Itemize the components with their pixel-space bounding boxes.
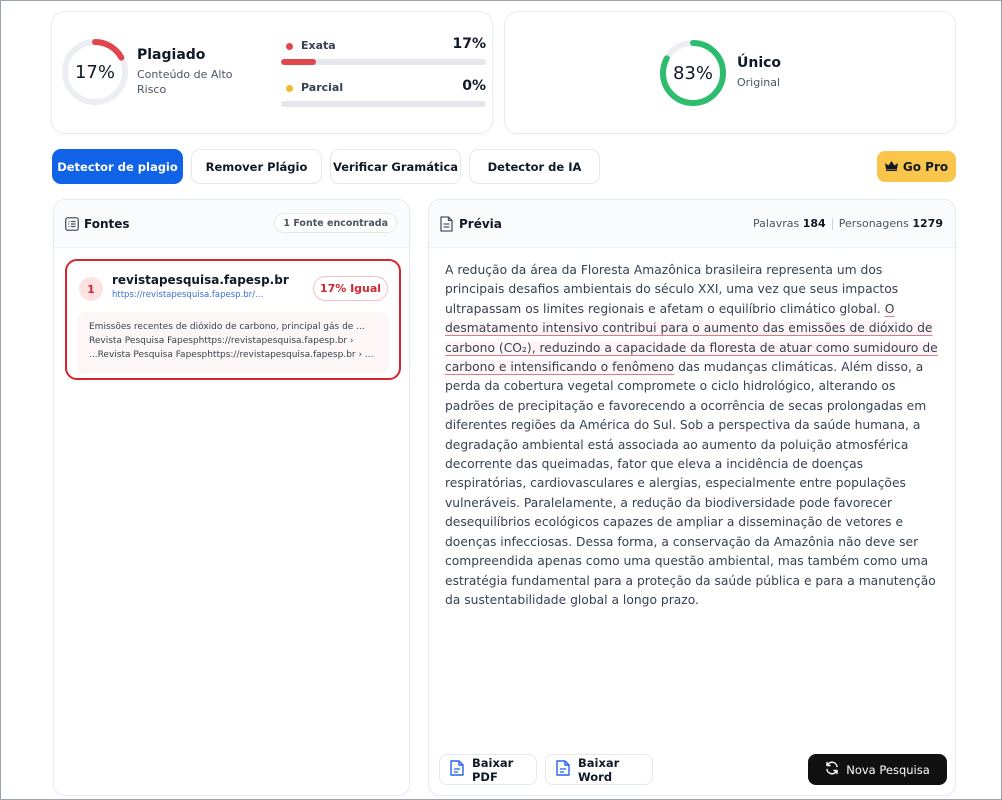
snippet-line: ...Revista Pesquisa Fapesphttps://revist…	[89, 350, 374, 360]
refresh-icon	[825, 761, 839, 778]
exact-progress-bar	[281, 59, 486, 65]
new-search-button[interactable]: Nova Pesquisa	[808, 754, 947, 785]
preview-text-plain: A redução da área da Floresta Amazônica …	[445, 263, 899, 316]
chars-label: Personagens	[838, 217, 909, 230]
plagiarism-percent: 17%	[74, 61, 115, 83]
download-pdf-label: Baixar PDF	[472, 755, 514, 784]
exact-label: Exata	[301, 39, 336, 52]
source-domain: revistapesquisa.fapesp.br	[112, 273, 289, 287]
file-icon	[450, 760, 464, 779]
download-word-button[interactable]: Baixar Word	[545, 754, 653, 785]
text-stats: Palavras 184 Personagens 1279	[753, 217, 943, 230]
crown-icon	[884, 160, 898, 174]
unique-percent: 83%	[672, 62, 713, 84]
preview-title: Prévia	[459, 217, 502, 231]
sources-title: Fontes	[84, 217, 130, 231]
snippet-line: Emissões recentes de dióxido de carbono,…	[89, 322, 365, 332]
unique-title: Único	[737, 55, 782, 71]
download-pdf-button[interactable]: Baixar PDF	[439, 754, 537, 785]
tab-grammar-check[interactable]: Verificar Gramática	[330, 149, 461, 184]
new-search-label: Nova Pesquisa	[846, 762, 930, 777]
preview-header: Prévia Palavras 184 Personagens 1279	[429, 200, 955, 248]
document-icon	[440, 216, 454, 232]
preview-text-plain: das mudanças climáticas. Além disso, a p…	[445, 360, 936, 607]
unique-summary-card: 83% Único Original	[504, 11, 956, 134]
partial-value: 0%	[462, 78, 486, 94]
partial-progress-bar	[281, 101, 486, 107]
list-icon	[65, 216, 79, 232]
stats-divider	[831, 217, 833, 230]
source-match-badge: 17% Igual	[313, 276, 388, 301]
exact-value: 17%	[452, 36, 486, 52]
source-snippet: Emissões recentes de dióxido de carbono,…	[77, 312, 389, 374]
download-word-label: Baixar Word	[578, 755, 620, 784]
unique-ring-chart: 83%	[658, 38, 728, 108]
tab-ai-detector[interactable]: Detector de IA	[469, 149, 600, 184]
source-url-link[interactable]: https://revistapesquisa.fapesp.br/emi...	[112, 290, 265, 300]
tab-remove-plagiarism[interactable]: Remover Plágio	[191, 149, 322, 184]
words-count: 184	[802, 217, 826, 230]
sources-count-badge: 1 Fonte encontrada	[274, 213, 397, 233]
app-frame: 17% Plagiado Conteúdo de Alto Risco Exat…	[0, 0, 1002, 800]
go-pro-button[interactable]: Go Pro	[877, 151, 956, 182]
plagiarism-ring-chart: 17%	[60, 37, 130, 107]
exact-progress-fill	[281, 59, 316, 65]
source-item[interactable]: 1 revistapesquisa.fapesp.br https://revi…	[65, 259, 401, 380]
source-number: 1	[79, 277, 103, 301]
unique-subtitle: Original	[737, 76, 781, 89]
preview-text: A redução da área da Floresta Amazônica …	[445, 261, 942, 610]
partial-label: Parcial	[301, 81, 344, 94]
sources-header: Fontes 1 Fonte encontrada	[54, 200, 409, 248]
file-icon	[556, 760, 570, 779]
partial-dot-icon	[286, 85, 293, 92]
plagiarism-summary-card: 17% Plagiado Conteúdo de Alto Risco Exat…	[51, 11, 493, 134]
words-label: Palavras	[753, 217, 800, 230]
preview-panel: Prévia Palavras 184 Personagens 1279 A r…	[428, 199, 956, 796]
exact-dot-icon	[286, 43, 293, 50]
snippet-line: Revista Pesquisa Fapesphttps://revistape…	[89, 336, 354, 346]
go-pro-label: Go Pro	[902, 159, 949, 174]
chars-count: 1279	[912, 217, 943, 230]
plagiarism-title: Plagiado	[137, 47, 206, 63]
plagiarism-subtitle: Conteúdo de Alto Risco	[137, 68, 233, 96]
sources-panel: Fontes 1 Fonte encontrada 1 revistapesqu…	[53, 199, 410, 796]
tab-plagiarism-detector[interactable]: Detector de plagio	[52, 149, 183, 184]
